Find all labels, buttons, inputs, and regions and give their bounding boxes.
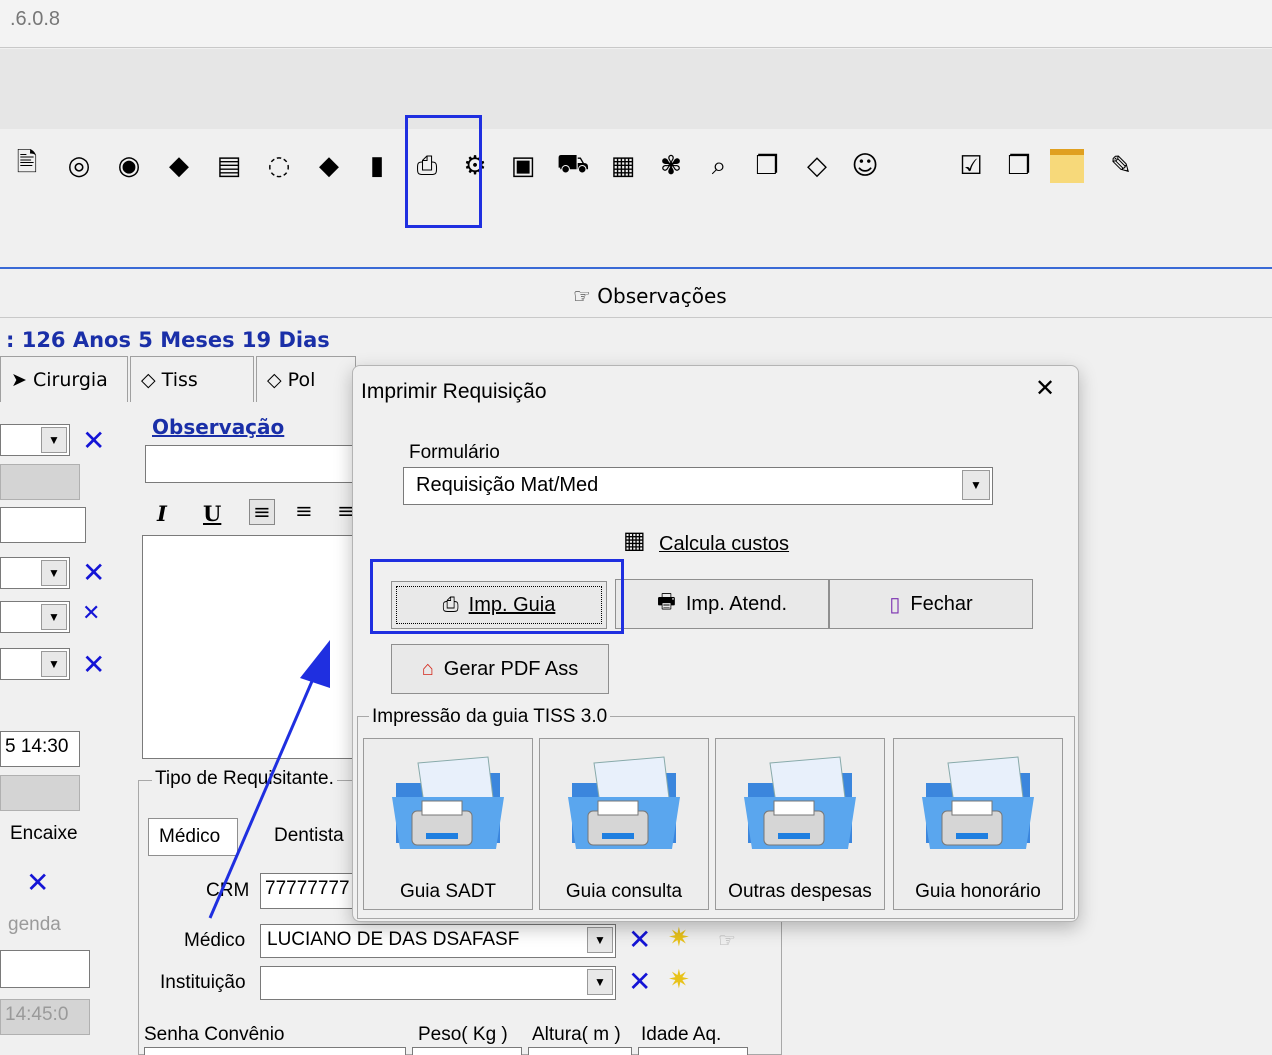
- printer-color-icon: 🖶: [656, 591, 676, 613]
- door-icon: ▯: [889, 593, 901, 616]
- guia-consulta-button[interactable]: Guia consulta: [539, 738, 709, 910]
- tiss-group-label: Impressão da guia TISS 3.0: [369, 706, 611, 728]
- guia-sadt-button[interactable]: Guia SADT: [363, 738, 533, 910]
- gerar-pdf-button[interactable]: ⌂ Gerar PDF Ass: [391, 644, 609, 694]
- calcula-custos-link[interactable]: Calcula custos: [659, 533, 789, 556]
- pdf-icon: ⌂: [421, 657, 434, 680]
- folder-printer-icon: [392, 756, 504, 849]
- formulario-label: Formulário: [409, 442, 500, 463]
- imp-guia-highlight-box: [370, 559, 624, 634]
- formulario-dropdown[interactable]: Requisição Mat/Med ▼: [403, 467, 993, 505]
- calculator-icon: ▦: [623, 527, 646, 554]
- folder-printer-icon: [922, 756, 1034, 849]
- chevron-down-icon[interactable]: ▼: [962, 470, 990, 500]
- outras-despesas-button[interactable]: Outras despesas: [715, 738, 885, 910]
- print-dialog: Imprimir Requisição ✕ Formulário Requisi…: [352, 365, 1079, 922]
- folder-printer-icon: [744, 756, 856, 849]
- dialog-title: Imprimir Requisição: [361, 380, 547, 403]
- close-icon[interactable]: ✕: [1035, 374, 1055, 402]
- guia-honorario-button[interactable]: Guia honorário: [893, 738, 1063, 910]
- folder-printer-icon: [568, 756, 680, 849]
- imp-atend-button[interactable]: 🖶 Imp. Atend.: [615, 579, 829, 629]
- fechar-button[interactable]: ▯ Fechar: [829, 579, 1033, 629]
